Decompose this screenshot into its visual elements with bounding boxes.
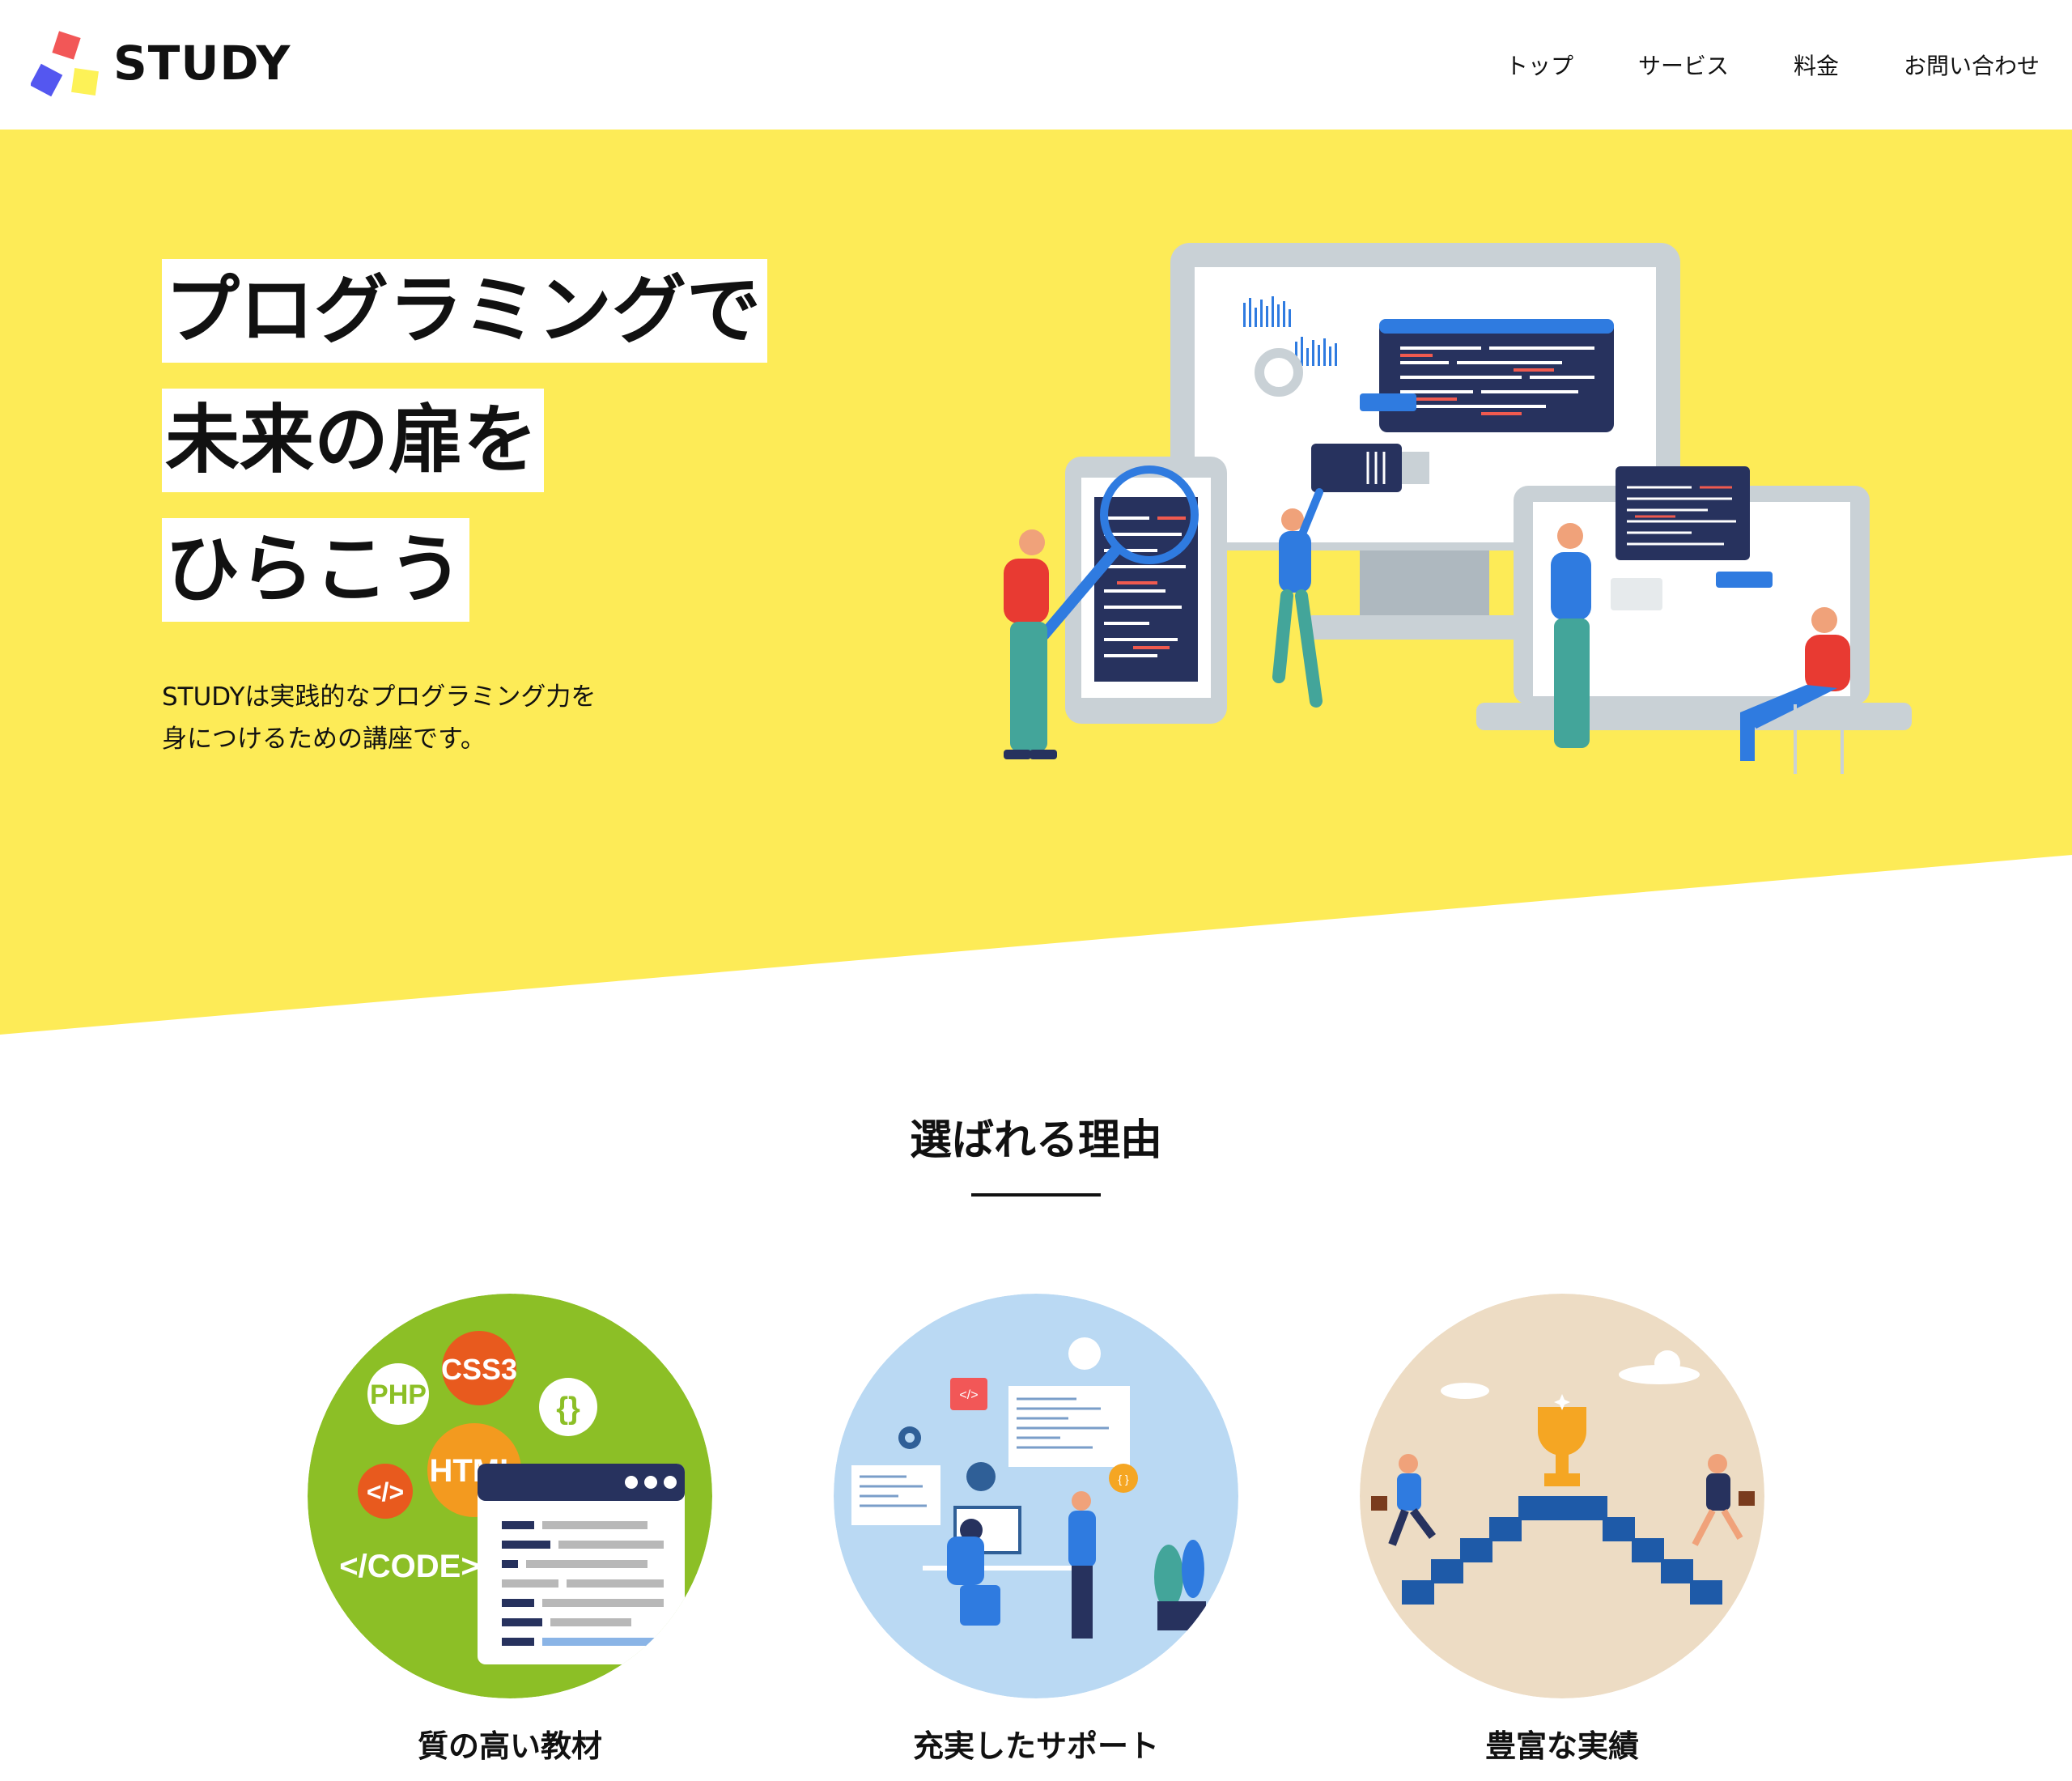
feature-quality-materials: PHP CSS3 {} HTML </> </CODE> 質の高い教材 (308, 1294, 712, 1764)
nav-price[interactable]: 料金 (1794, 49, 1839, 81)
svg-text:{}: {} (556, 1392, 580, 1426)
feature-achievements: 豊富な実績 (1360, 1294, 1764, 1764)
site-header: STUDY トップ サービス 料金 お問い合わせ (0, 0, 2072, 130)
feature-label-support: 充実したサポート (912, 1728, 1159, 1764)
gear-icon (898, 1426, 921, 1449)
feature-image-achievements (1360, 1294, 1764, 1698)
hero-description-line-1: STUDYは実践的なプログラミング力を (162, 682, 597, 712)
braces-badge-icon: { } (1109, 1464, 1138, 1493)
code-card-icon (1008, 1386, 1130, 1467)
person-left-icon (1004, 529, 1057, 759)
feature-image-materials: PHP CSS3 {} HTML </> </CODE> (308, 1294, 712, 1698)
nav-top[interactable]: トップ (1505, 49, 1573, 81)
pen-badge-icon (1068, 1337, 1101, 1370)
tools-badge-icon (966, 1462, 996, 1491)
svg-text:</>: </> (367, 1477, 404, 1507)
hero-headline-line-3: ひらこう (162, 518, 470, 622)
hero-headline-line-1: プログラミングで (162, 259, 768, 363)
hero-description-line-2: 身につけるための講座です。 (162, 725, 486, 754)
code-text-icon: </CODE> (339, 1549, 479, 1584)
code-panel-icon (1360, 319, 1614, 432)
code-tag-badge-icon: </> (950, 1378, 987, 1410)
feature-label-materials: 質の高い教材 (417, 1728, 602, 1764)
hero-headline-line-2: 未来の扉を (162, 389, 545, 492)
svg-text:{ }: { } (1118, 1473, 1129, 1486)
hero-description: STUDYは実践的なプログラミング力を 身につけるための講座です。 (162, 676, 596, 760)
svg-text:PHP: PHP (370, 1379, 427, 1410)
code-tag-badge-icon: </> (358, 1464, 413, 1519)
reasons-title: 選ばれる理由 (909, 1116, 1162, 1165)
feature-label-achievements: 豊富な実績 (1484, 1728, 1639, 1764)
feature-image-support: </> { } (834, 1294, 1238, 1698)
feature-support: </> { } 充実したサポート (834, 1294, 1238, 1764)
main-nav: トップ サービス 料金 お問い合わせ (1505, 49, 2040, 81)
braces-badge-icon: {} (539, 1378, 597, 1436)
laptop-icon (1476, 466, 1912, 730)
logo-mark-icon[interactable] (31, 31, 104, 104)
nav-contact[interactable]: お問い合わせ (1904, 49, 2040, 81)
logo-text[interactable]: STUDY (113, 36, 291, 91)
code-card-left-icon (851, 1465, 940, 1525)
reasons-title-underline (971, 1193, 1101, 1197)
svg-text:CSS3: CSS3 (441, 1353, 517, 1386)
nav-service[interactable]: サービス (1638, 49, 1729, 81)
code-window-icon (478, 1464, 685, 1664)
php-badge-icon: PHP (367, 1363, 429, 1425)
svg-text:</>: </> (959, 1388, 978, 1402)
hero-illustration (1004, 243, 1912, 774)
tablet-icon (1065, 457, 1227, 724)
